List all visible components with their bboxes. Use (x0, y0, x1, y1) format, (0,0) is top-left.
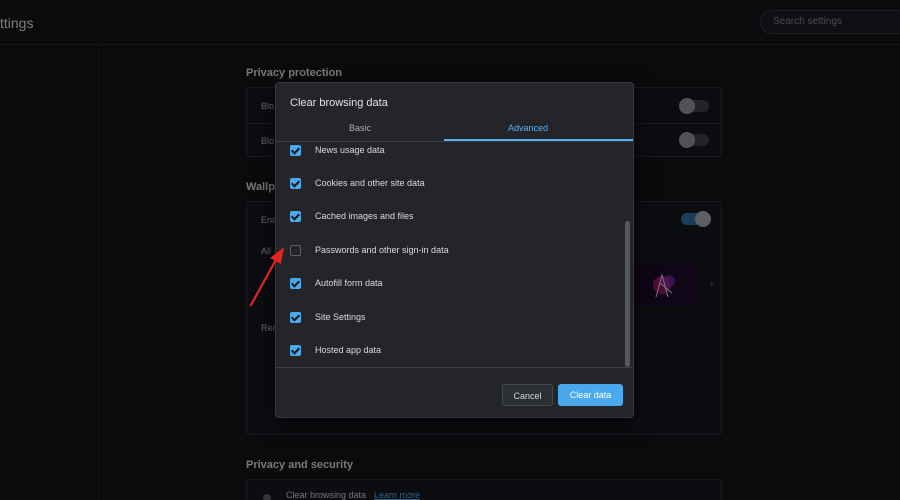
check-icon[interactable] (290, 211, 301, 222)
item-label: Autofill form data (315, 278, 383, 288)
check-icon[interactable] (290, 178, 301, 189)
check-icon[interactable] (290, 312, 301, 323)
clear-data-button[interactable]: Clear data (558, 384, 623, 406)
tab-advanced[interactable]: Advanced (444, 123, 612, 133)
item-label: Cookies and other site data (315, 178, 425, 188)
tab-divider (276, 141, 633, 142)
check-icon[interactable] (290, 345, 301, 356)
cancel-button[interactable]: Cancel (502, 384, 553, 406)
item-label: Cached images and files (315, 211, 414, 221)
check-icon[interactable] (290, 145, 301, 156)
check-icon[interactable] (290, 278, 301, 289)
item-label: Site Settings (315, 312, 366, 322)
item-label: Passwords and other sign-in data (315, 245, 449, 255)
item-label: Hosted app data (315, 345, 382, 355)
item-label: News usage data (315, 145, 385, 155)
clear-browsing-dialog: Clear browsing data Basic Advanced News … (275, 82, 634, 418)
dialog-title: Clear browsing data (290, 97, 388, 109)
dialog-scrollbar[interactable] (625, 221, 630, 367)
red-arrow-icon (249, 247, 284, 307)
checkbox-unchecked-icon[interactable] (290, 245, 301, 256)
footer-divider (276, 367, 633, 368)
tab-basic[interactable]: Basic (276, 123, 444, 133)
